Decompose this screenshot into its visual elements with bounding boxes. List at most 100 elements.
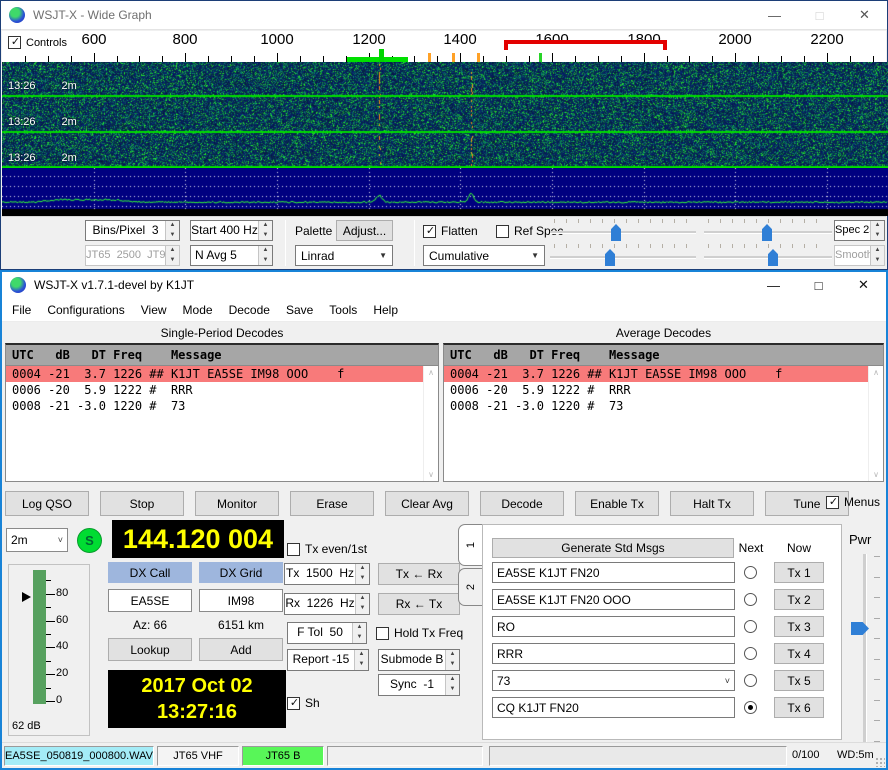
close-icon[interactable]: ✕	[842, 1, 887, 29]
tab-2[interactable]: 2	[458, 568, 483, 606]
clear-avg-button[interactable]: Clear Avg	[385, 491, 469, 516]
tx-next-radio-3[interactable]	[744, 620, 757, 633]
spin-arrows-icon[interactable]: ▲▼	[445, 675, 459, 695]
adjust-button[interactable]: Adjust...	[336, 220, 393, 241]
tx-now-button-3[interactable]: Tx 3	[774, 616, 824, 637]
band-select[interactable]: 2m ˅	[6, 528, 68, 552]
menus-checkbox-box[interactable]	[826, 496, 839, 509]
decode-row[interactable]: 0006 -20 5.9 1222 # RRR	[6, 382, 423, 398]
average-decode-list[interactable]: 0004 -21 3.7 1226 ## K1JT EA5SE IM98 OOO…	[444, 366, 868, 481]
main-titlebar[interactable]: WSJT-X v1.7.1-devel by K1JT — □ ✕	[2, 272, 886, 298]
log-qso-button[interactable]: Log QSO	[5, 491, 89, 516]
sync-spinner[interactable]: Sync -1 ▲▼	[378, 674, 460, 696]
waterfall-zero-slider[interactable]	[704, 219, 832, 241]
tx-message-field-6[interactable]: CQ K1JT FN20	[492, 697, 735, 718]
f-tol-spinner[interactable]: F Tol 50 ▲▼	[287, 622, 367, 644]
tx-now-button-2[interactable]: Tx 2	[774, 589, 824, 610]
decode-row[interactable]: 0006 -20 5.9 1222 # RRR	[444, 382, 868, 398]
waterfall-gain-slider[interactable]	[550, 219, 696, 241]
frequency-display[interactable]: 144.120 004	[112, 520, 284, 558]
flatten-checkbox-box[interactable]	[423, 225, 436, 238]
spectrum-zero-slider[interactable]	[704, 244, 832, 266]
dx-call-field[interactable]: EA5SE	[108, 589, 192, 612]
minimize-icon[interactable]: —	[752, 1, 797, 29]
spin-arrows-icon[interactable]: ▲▼	[165, 246, 179, 265]
spin-arrows-icon[interactable]: ▲▼	[355, 594, 369, 614]
scrollbar[interactable]: ∧∨	[868, 366, 883, 481]
controls-checkbox[interactable]: Controls	[8, 36, 67, 49]
spin-arrows-icon[interactable]: ▲▼	[870, 221, 884, 240]
palette-select[interactable]: Linrad ▼	[295, 245, 393, 266]
tx-next-radio-6[interactable]	[744, 701, 757, 714]
wide-graph-titlebar[interactable]: WSJT-X - Wide Graph — □ ✕	[1, 1, 887, 30]
hold-tx-freq-checkbox-box[interactable]	[376, 627, 389, 640]
frequency-scale[interactable]: Controls 6008001000120014001600180020002…	[2, 31, 886, 62]
spin-arrows-icon[interactable]: ▲▼	[355, 564, 369, 584]
close-icon[interactable]: ✕	[841, 272, 886, 298]
decode-row[interactable]: 0008 -21 -3.0 1220 # 73	[444, 398, 868, 414]
tx-freq-spinner[interactable]: Tx 1500 Hz ▲▼	[284, 563, 370, 585]
menu-view[interactable]: View	[133, 299, 175, 321]
slider-handle[interactable]	[605, 249, 615, 266]
monitor-button[interactable]: Monitor	[195, 491, 279, 516]
menu-configurations[interactable]: Configurations	[39, 299, 132, 321]
enable-tx-button[interactable]: Enable Tx	[575, 491, 659, 516]
stop-button[interactable]: Stop	[100, 491, 184, 516]
tx-message-field-1[interactable]: EA5SE K1JT FN20	[492, 562, 735, 583]
dx-grid-field[interactable]: IM98	[199, 589, 283, 612]
start-hz-spinner[interactable]: Start 400 Hz ▲▼	[190, 220, 273, 241]
bins-pixel-spinner[interactable]: Bins/Pixel 3 ▲▼	[85, 220, 180, 241]
tx-message-field-5[interactable]: 73˅	[492, 670, 735, 691]
flatten-checkbox[interactable]: Flatten	[423, 224, 478, 238]
maximize-icon[interactable]: □	[797, 1, 842, 29]
jt65-jt9-spinner[interactable]: JT65 2500 JT9 ▲▼	[85, 245, 180, 266]
tx-message-field-3[interactable]: RO	[492, 616, 735, 637]
sh-checkbox-box[interactable]	[287, 697, 300, 710]
rx-freq-spinner[interactable]: Rx 1226 Hz ▲▼	[284, 593, 370, 615]
spectrum-display[interactable]	[2, 168, 888, 216]
sh-checkbox[interactable]: Sh	[287, 696, 320, 710]
tx-next-radio-4[interactable]	[744, 647, 757, 660]
generate-std-msgs-button[interactable]: Generate Std Msgs	[492, 538, 734, 558]
menu-help[interactable]: Help	[365, 299, 406, 321]
scrollbar[interactable]: ∧∨	[423, 366, 438, 481]
erase-button[interactable]: Erase	[290, 491, 374, 516]
minimize-icon[interactable]: —	[751, 272, 796, 298]
tx-now-button-6[interactable]: Tx 6	[774, 697, 824, 718]
tab-1[interactable]: 1	[458, 524, 483, 566]
tx-next-radio-2[interactable]	[744, 593, 757, 606]
tx-even-checkbox[interactable]: Tx even/1st	[287, 542, 367, 556]
n-avg-spinner[interactable]: N Avg 5 ▲▼	[190, 245, 273, 266]
ref-spec-checkbox-box[interactable]	[496, 225, 509, 238]
smooth-spinner[interactable]: Smooth 4 ▲▼	[834, 245, 885, 266]
menu-file[interactable]: File	[4, 299, 39, 321]
spec-percent-spinner[interactable]: Spec 25 % ▲▼	[834, 220, 885, 241]
lookup-button[interactable]: Lookup	[108, 638, 192, 661]
halt-tx-button[interactable]: Halt Tx	[670, 491, 754, 516]
spectrum-gain-slider[interactable]	[550, 244, 696, 266]
display-mode-select[interactable]: Cumulative ▼	[423, 245, 545, 266]
rx-from-tx-button[interactable]: Rx ← Tx	[378, 593, 460, 615]
status-s-button[interactable]: S	[77, 528, 102, 553]
pwr-slider-track[interactable]	[863, 554, 867, 742]
tx-from-rx-button[interactable]: Tx ← Rx	[378, 563, 460, 585]
maximize-icon[interactable]: □	[796, 272, 841, 298]
tx-message-field-4[interactable]: RRR	[492, 643, 735, 664]
waterfall-display[interactable]	[2, 62, 888, 168]
tx-next-radio-1[interactable]	[744, 566, 757, 579]
tx-now-button-5[interactable]: Tx 5	[774, 670, 824, 691]
menus-checkbox[interactable]: Menus	[826, 495, 880, 509]
menu-tools[interactable]: Tools	[321, 299, 365, 321]
scroll-up-icon[interactable]: ∧	[873, 368, 879, 377]
spin-arrows-icon[interactable]: ▲▼	[445, 650, 459, 670]
tx-next-radio-5[interactable]	[744, 674, 757, 687]
spin-arrows-icon[interactable]: ▲▼	[165, 221, 179, 240]
tx-even-checkbox-box[interactable]	[287, 543, 300, 556]
spin-arrows-icon[interactable]: ▲▼	[258, 246, 272, 265]
spin-arrows-icon[interactable]: ▲▼	[354, 650, 368, 670]
tx-now-button-1[interactable]: Tx 1	[774, 562, 824, 583]
slider-handle[interactable]	[611, 224, 621, 241]
submode-spinner[interactable]: Submode B ▲▼	[378, 649, 460, 671]
spin-arrows-icon[interactable]: ▲▼	[870, 246, 884, 265]
hold-tx-freq-checkbox[interactable]: Hold Tx Freq	[376, 626, 463, 640]
